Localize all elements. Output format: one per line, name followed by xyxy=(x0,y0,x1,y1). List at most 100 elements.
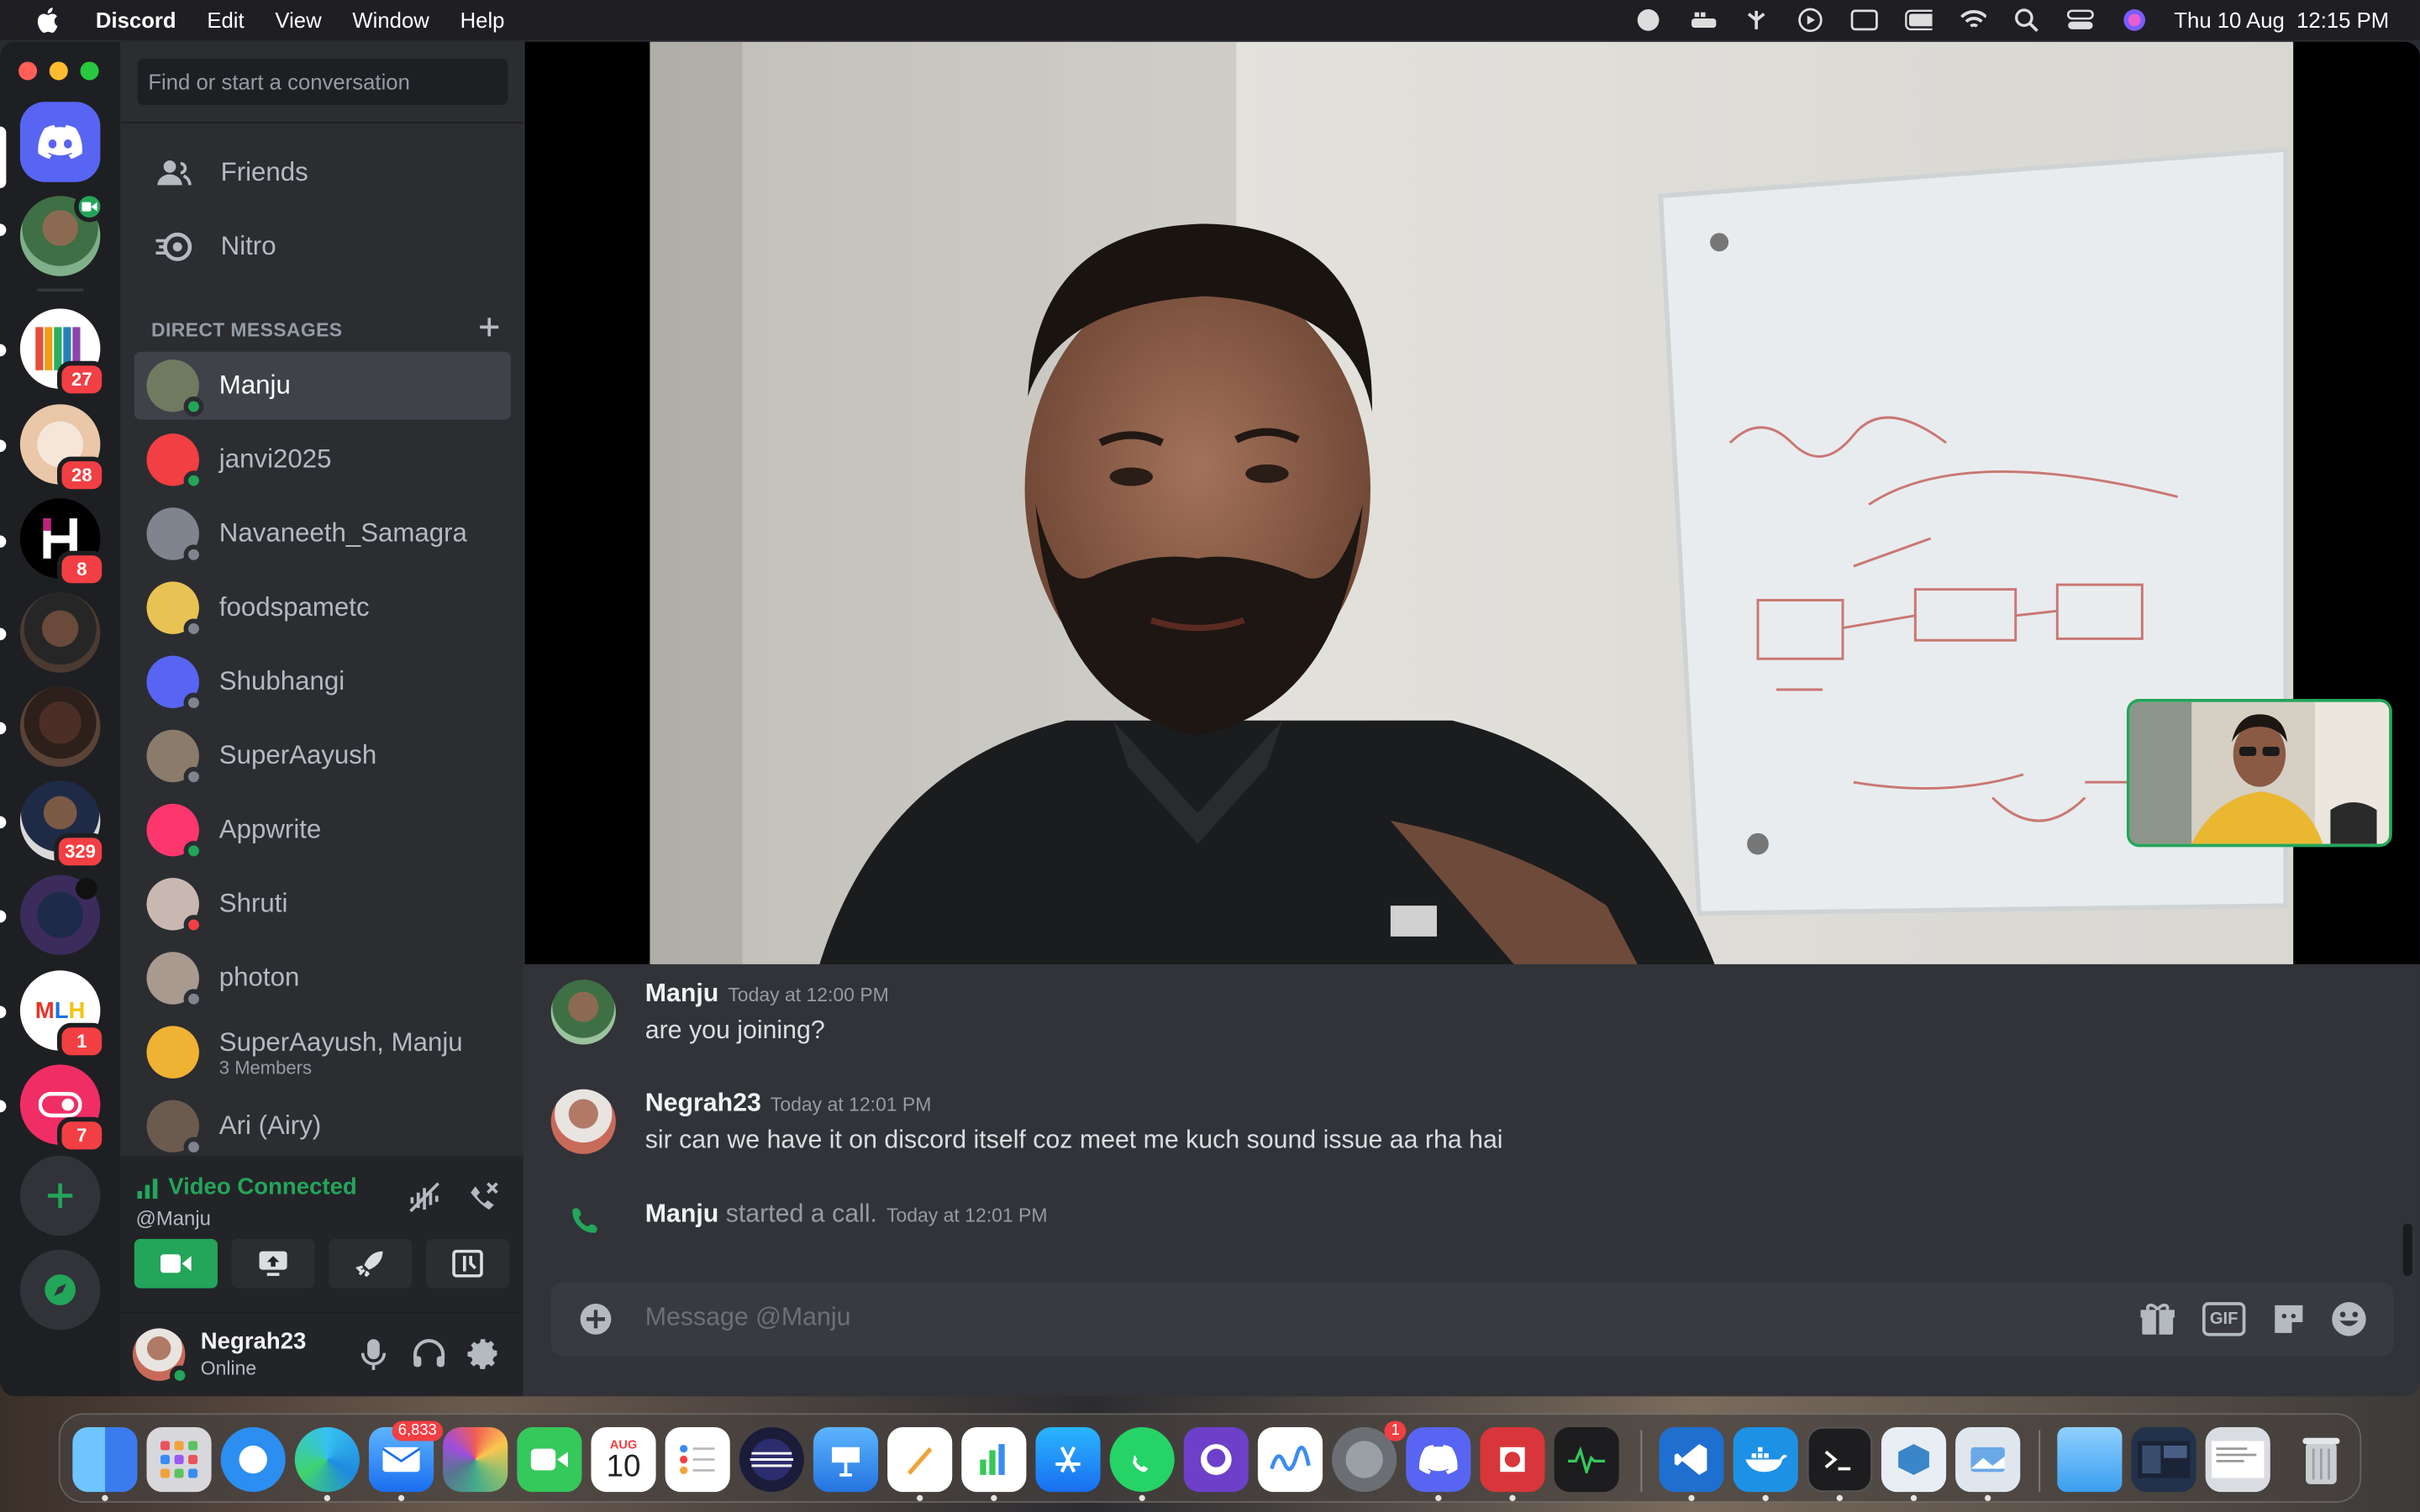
docker-icon[interactable] xyxy=(1733,1426,1798,1493)
server-avatar1[interactable] xyxy=(19,592,101,673)
menu-help[interactable]: Help xyxy=(460,8,505,32)
pages-icon[interactable] xyxy=(887,1426,953,1493)
attach-plus-icon[interactable] xyxy=(579,1302,613,1344)
server-avatar2[interactable] xyxy=(19,686,101,767)
server-avatar3[interactable]: 329 xyxy=(19,780,107,870)
soundboard-button[interactable] xyxy=(425,1238,510,1289)
remote-video-feed[interactable] xyxy=(650,41,2294,964)
apple-menu-icon[interactable] xyxy=(31,5,62,36)
reminders-icon[interactable] xyxy=(665,1426,730,1493)
minimize-window-button[interactable] xyxy=(49,61,68,81)
server-globe[interactable] xyxy=(19,874,101,955)
siri-icon[interactable] xyxy=(2120,8,2148,32)
friends-nav-item[interactable]: Friends xyxy=(134,140,511,205)
user-settings-gear-icon[interactable] xyxy=(466,1336,500,1378)
status-circle-icon[interactable] xyxy=(1634,8,1661,32)
message-author[interactable]: Negrah23 xyxy=(645,1089,761,1117)
self-video-preview[interactable] xyxy=(2126,699,2392,848)
menu-app-name[interactable]: Discord xyxy=(96,8,176,32)
play-status-icon[interactable] xyxy=(1796,8,1823,33)
user-avatar[interactable] xyxy=(132,1328,190,1386)
emoji-icon[interactable] xyxy=(2330,1300,2367,1345)
trash-icon[interactable] xyxy=(2289,1427,2354,1492)
facetime-icon[interactable] xyxy=(517,1426,582,1493)
message-avatar[interactable] xyxy=(550,979,616,1045)
close-window-button[interactable] xyxy=(18,61,38,81)
search-input[interactable]: Find or start a conversation xyxy=(137,58,508,105)
menu-view[interactable]: View xyxy=(275,8,321,32)
menu-clock[interactable]: Thu 10 Aug 12:15 PM xyxy=(2174,8,2389,32)
dm-item[interactable]: SuperAayush xyxy=(134,722,511,790)
finder-icon[interactable] xyxy=(72,1426,138,1493)
explore-servers-button[interactable] xyxy=(19,1249,101,1331)
server-h[interactable]: 8 xyxy=(19,498,107,588)
message-avatar[interactable] xyxy=(550,1089,616,1154)
battery-icon[interactable] xyxy=(1904,8,1932,32)
mail-icon[interactable]: 6,833 xyxy=(368,1420,444,1493)
call-starter-name[interactable]: Manju xyxy=(645,1200,719,1228)
terminal-icon[interactable] xyxy=(1807,1426,1872,1493)
dm-item[interactable]: SuperAayush, Manju 3 Members xyxy=(134,1018,511,1086)
dm-item[interactable]: janvi2025 xyxy=(134,426,511,494)
eclipse-ide-icon[interactable] xyxy=(739,1426,804,1493)
dm-item[interactable]: Navaneeth_Samagra xyxy=(134,500,511,568)
network-status-icon[interactable] xyxy=(1742,8,1770,32)
server-code[interactable]: 28 xyxy=(19,404,107,494)
safari-icon[interactable] xyxy=(220,1426,286,1493)
launchpad-icon[interactable] xyxy=(146,1426,212,1493)
disconnect-call-icon[interactable] xyxy=(466,1180,500,1222)
discord-home-button[interactable] xyxy=(19,102,101,182)
server-mlh[interactable]: MLH 1 xyxy=(19,970,107,1060)
server-colors[interactable]: 27 xyxy=(19,308,107,398)
headphones-icon[interactable] xyxy=(412,1337,445,1376)
gift-icon[interactable] xyxy=(2139,1300,2176,1345)
dm-item[interactable]: Appwrite xyxy=(134,796,511,864)
camera-toggle-button[interactable] xyxy=(134,1238,218,1289)
microphone-icon[interactable] xyxy=(360,1337,387,1379)
downloads-folder-icon[interactable] xyxy=(2057,1426,2123,1493)
app-store-icon[interactable] xyxy=(1035,1426,1101,1493)
display-status-icon[interactable] xyxy=(1850,8,1878,32)
preview-icon[interactable] xyxy=(1955,1426,2021,1493)
dm-item[interactable]: foodspametc xyxy=(134,574,511,642)
dm-call-avatar[interactable] xyxy=(19,191,105,276)
photo-booth-icon[interactable] xyxy=(1480,1426,1545,1493)
dm-item[interactable]: Shubhangi xyxy=(134,648,511,716)
control-center-icon[interactable] xyxy=(2066,8,2094,32)
chat-scrollbar[interactable] xyxy=(2402,1223,2412,1276)
recent-window-thumbnail[interactable] xyxy=(2131,1426,2196,1493)
recent-document-thumbnail[interactable] xyxy=(2205,1426,2270,1493)
dm-item[interactable]: Manju xyxy=(134,351,511,420)
screen-share-button[interactable] xyxy=(231,1238,315,1289)
menu-window[interactable]: Window xyxy=(352,8,429,32)
docker-status-icon[interactable] xyxy=(1688,8,1716,32)
add-server-button[interactable] xyxy=(19,1155,101,1236)
numbers-icon[interactable] xyxy=(961,1426,1027,1493)
edge-icon[interactable] xyxy=(294,1426,360,1493)
gif-picker-button[interactable]: GIF xyxy=(2202,1302,2246,1336)
message-input[interactable]: Message @Manju xyxy=(645,1304,851,1333)
voice-channel-label[interactable]: @Manju xyxy=(136,1206,211,1230)
spotlight-search-icon[interactable] xyxy=(2012,8,2039,33)
message-author[interactable]: Manju xyxy=(645,979,719,1007)
calendar-icon[interactable]: AUG 10 xyxy=(591,1426,656,1493)
keynote-icon[interactable] xyxy=(813,1426,879,1493)
video-call-stage[interactable] xyxy=(524,41,2420,964)
freeform-icon[interactable] xyxy=(1257,1426,1323,1493)
sticker-icon[interactable] xyxy=(2270,1300,2307,1345)
dm-item[interactable]: photon xyxy=(134,944,511,1012)
activity-monitor-icon[interactable] xyxy=(1554,1426,1619,1493)
zoom-window-button[interactable] xyxy=(80,61,99,81)
noise-suppression-icon[interactable] xyxy=(408,1180,441,1222)
dm-item[interactable]: Shruti xyxy=(134,870,511,938)
photos-icon[interactable] xyxy=(443,1426,508,1493)
dm-item[interactable]: Ari (Airy) xyxy=(134,1092,511,1160)
menu-edit[interactable]: Edit xyxy=(207,8,244,32)
nitro-nav-item[interactable]: Nitro xyxy=(134,214,511,279)
system-settings-icon[interactable]: 1 xyxy=(1332,1420,1407,1493)
github-desktop-icon[interactable] xyxy=(1183,1426,1249,1493)
whatsapp-icon[interactable] xyxy=(1109,1426,1175,1493)
activities-button[interactable] xyxy=(329,1238,413,1289)
wifi-icon[interactable] xyxy=(1958,8,1986,32)
vscode-icon[interactable] xyxy=(1659,1426,1724,1493)
